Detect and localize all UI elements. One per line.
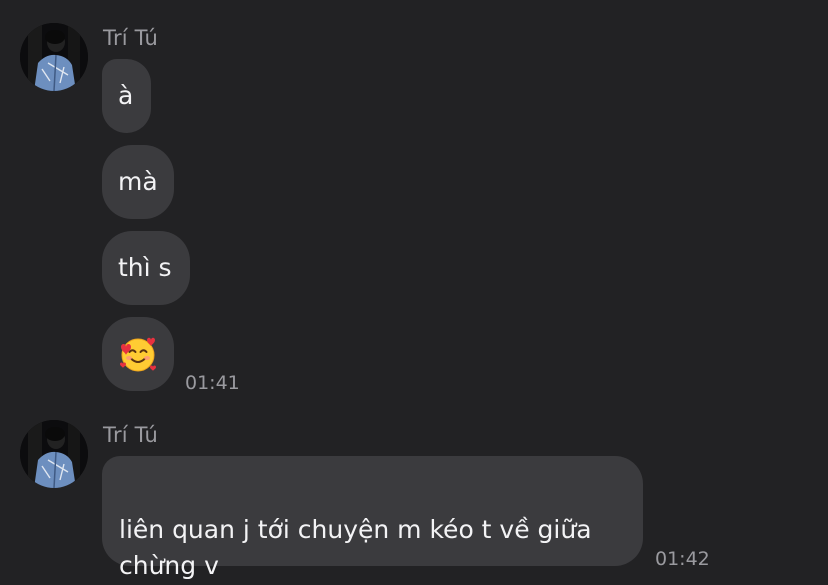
sender-avatar[interactable] <box>20 420 88 488</box>
avatar-photo <box>20 23 88 91</box>
message-text: à <box>118 81 134 110</box>
message-bubble[interactable]: mà <box>102 145 174 219</box>
message-timestamp: 01:41 <box>185 372 240 394</box>
sender-name: Trí Tú <box>103 423 159 447</box>
message-bubble[interactable]: thì s <box>102 231 190 305</box>
avatar-photo <box>20 420 88 488</box>
message-bubble[interactable]: à <box>102 59 151 133</box>
smiling-face-with-hearts-emoji <box>120 337 156 372</box>
message-text: liên quan j tới chuyện m kéo t về giữa c… <box>119 515 592 580</box>
chat-thread: Trí Tú à mà thì s 01:41 Trí Tú liên quan… <box>0 0 828 585</box>
sender-avatar[interactable] <box>20 23 88 91</box>
message-bubble[interactable]: liên quan j tới chuyện m kéo t về giữa c… <box>102 456 643 580</box>
sender-name: Trí Tú <box>103 26 159 50</box>
message-timestamp: 01:42 <box>655 548 710 570</box>
message-text: thì s <box>118 253 172 282</box>
emoji-message-bubble[interactable] <box>102 317 174 391</box>
message-text: mà <box>118 167 158 196</box>
